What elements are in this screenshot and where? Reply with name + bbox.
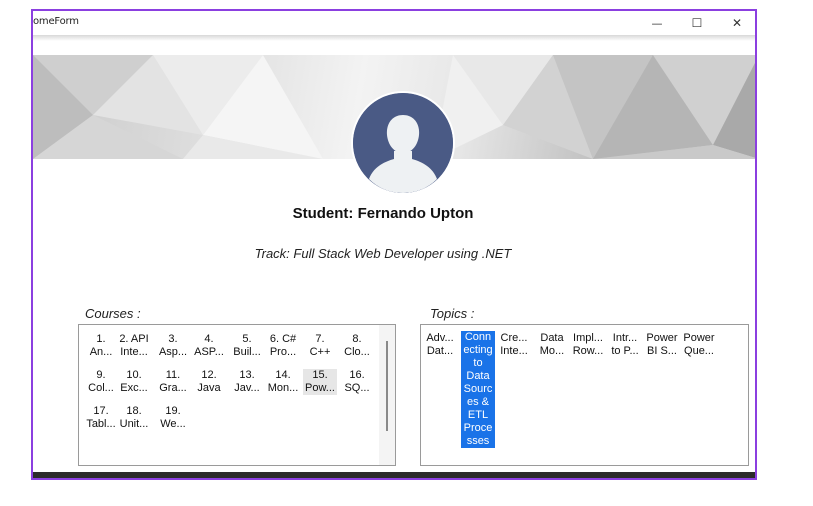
course-item[interactable]: 17. Tabl... xyxy=(84,405,118,431)
maximize-icon: ☐ xyxy=(691,16,703,30)
minimize-icon: — xyxy=(651,16,663,30)
course-item[interactable]: 18. Unit... xyxy=(117,405,151,431)
course-item-selected[interactable]: 15. Pow... xyxy=(303,369,337,395)
course-item[interactable]: 1. An... xyxy=(84,333,118,359)
course-item[interactable]: 14. Mon... xyxy=(266,369,300,395)
window-title: omeForm xyxy=(33,16,79,27)
topic-item[interactable]: Cre... Inte... xyxy=(497,332,531,358)
title-bar-shadow xyxy=(33,35,755,41)
course-item[interactable]: 16. SQ... xyxy=(340,369,374,395)
close-button[interactable]: ✕ xyxy=(717,11,755,35)
close-icon: ✕ xyxy=(731,16,743,30)
app-window: omeForm — ☐ ✕ Student: Fernando Upton Tr… xyxy=(31,9,757,480)
topic-item[interactable]: Power Que... xyxy=(682,332,716,358)
topic-item-selected[interactable]: Conn ecting to Data Sourc es & ETL Proce sse… xyxy=(461,331,495,448)
course-item[interactable]: 6. C# Pro... xyxy=(266,333,300,359)
maximize-button[interactable]: ☐ xyxy=(677,11,717,35)
courses-list[interactable]: 1. An... 2. API Inte... 3. Asp... 4. ASP... … xyxy=(78,324,396,466)
topic-item[interactable]: Impl... Row... xyxy=(571,332,605,358)
course-item[interactable]: 13. Jav... xyxy=(230,369,264,395)
course-item[interactable]: 10. Exc... xyxy=(117,369,151,395)
course-item[interactable]: 19. We... xyxy=(156,405,190,431)
student-avatar xyxy=(351,91,455,195)
courses-scrollbar[interactable] xyxy=(379,325,395,465)
course-item[interactable]: 9. Col... xyxy=(84,369,118,395)
topic-item[interactable]: Intr... to P... xyxy=(608,332,642,358)
minimize-button[interactable]: — xyxy=(637,11,677,35)
user-silhouette-icon xyxy=(353,93,453,193)
topics-label: Topics : xyxy=(430,306,475,321)
course-item[interactable]: 2. API Inte... xyxy=(117,333,151,359)
topic-item[interactable]: Adv... Dat... xyxy=(423,332,457,358)
student-name: Student: Fernando Upton xyxy=(292,205,474,222)
course-item[interactable]: 12. Java xyxy=(192,369,226,395)
topics-list[interactable]: Adv... Dat... Conn ecting to Data Sourc es &… xyxy=(420,324,749,466)
window-bottom-edge xyxy=(33,472,755,478)
course-item[interactable]: 11. Gra... xyxy=(156,369,190,395)
course-item[interactable]: 3. Asp... xyxy=(156,333,190,359)
course-item[interactable]: 8. Clo... xyxy=(340,333,374,359)
course-item[interactable]: 7. C++ xyxy=(303,333,337,359)
course-item[interactable]: 5. Buil... xyxy=(230,333,264,359)
track-name: Track: Full Stack Web Developer using .N… xyxy=(254,246,512,261)
topic-item[interactable]: Power BI S... xyxy=(645,332,679,358)
title-bar[interactable]: omeForm — ☐ ✕ xyxy=(33,11,755,35)
courses-label: Courses : xyxy=(85,306,141,321)
courses-scrollbar-thumb[interactable] xyxy=(386,341,388,431)
topic-item[interactable]: Data Mo... xyxy=(535,332,569,358)
course-item[interactable]: 4. ASP... xyxy=(192,333,226,359)
